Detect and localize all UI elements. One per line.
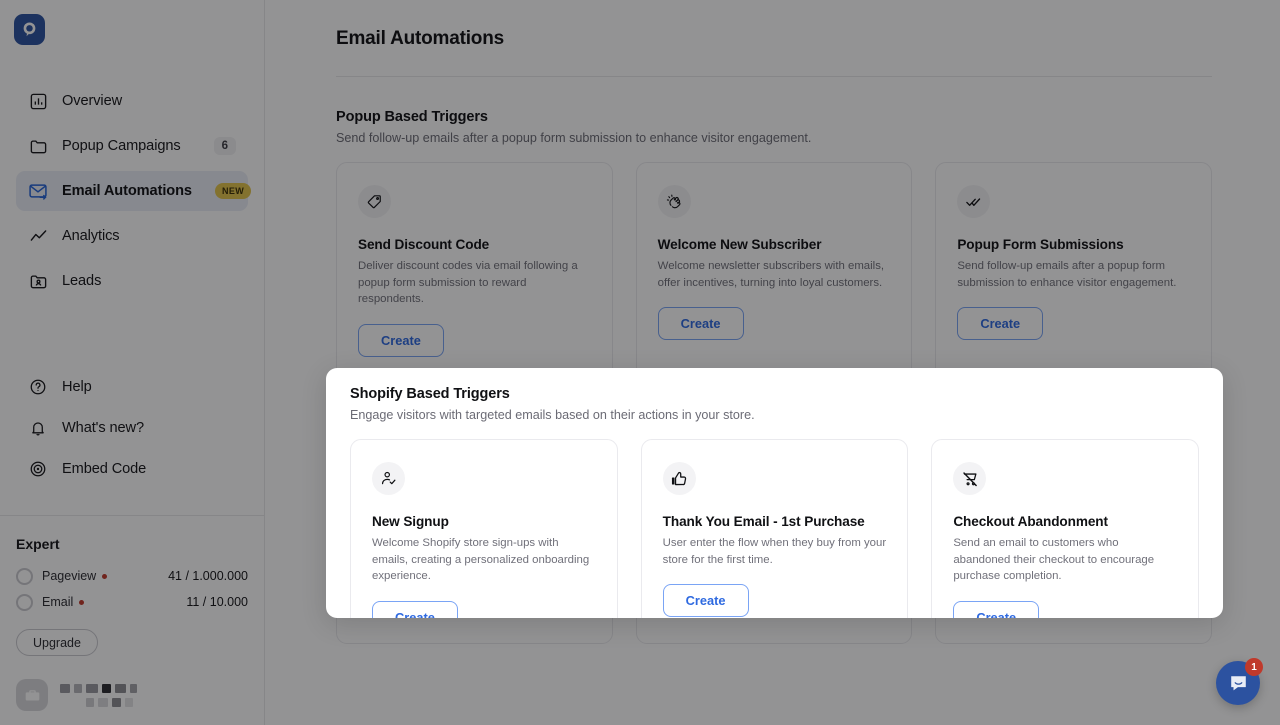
sidebar-item-label: Leads <box>62 273 102 289</box>
card-title: Popup Form Submissions <box>957 237 1124 252</box>
usage-value: 41 / 1.000.000 <box>168 569 248 583</box>
price-tag-icon <box>358 185 391 218</box>
new-badge: NEW <box>214 183 252 199</box>
sidebar-item-label: What's new? <box>62 420 144 436</box>
title-divider <box>336 76 1212 77</box>
sidebar-item-label: Embed Code <box>62 461 147 477</box>
card-title: Checkout Abandonment <box>953 514 1108 529</box>
create-button[interactable]: Create <box>953 600 1040 618</box>
automation-card-welcome-new-subscriber[interactable]: Welcome New Subscriber Welcome newslette… <box>635 162 913 379</box>
card-title: Thank You Email - 1st Purchase <box>662 514 865 529</box>
thumbs-up-icon <box>662 462 696 495</box>
folder-user-icon <box>28 271 48 291</box>
automation-card-thank-you-email-1st-purchase[interactable]: Thank You Email - 1st Purchase User ente… <box>640 439 909 618</box>
double-check-icon <box>957 185 991 218</box>
create-button[interactable]: Create <box>372 600 458 618</box>
sidebar-item-label: Overview <box>62 93 123 109</box>
create-button[interactable]: Create <box>358 323 444 357</box>
mail-forward-icon <box>28 181 48 201</box>
usage-label: Pageview <box>42 569 97 583</box>
automation-card-new-signup[interactable]: New Signup Welcome Shopify store sign-up… <box>350 439 618 618</box>
progress-ring-icon <box>16 593 33 611</box>
card-description: Send follow-up emails after a popup form… <box>957 260 1177 289</box>
automation-card-grid: Send Discount Code Deliver discount code… <box>336 162 1212 379</box>
sidebar-item-label: Analytics <box>62 228 120 244</box>
card-description: Deliver discount codes via email followi… <box>358 260 578 306</box>
account-name-redacted <box>60 683 137 707</box>
section-subtitle: Send follow-up emails after a popup form… <box>336 131 812 145</box>
sidebar-item-whats-new[interactable]: What's new? <box>16 409 248 447</box>
card-description: Welcome Shopify store sign-ups with emai… <box>372 537 590 583</box>
sidebar-item-email-automations[interactable]: Email Automations NEW <box>16 171 252 211</box>
sidebar-item-help[interactable]: Help <box>16 368 248 406</box>
plan-name: Expert <box>16 536 60 552</box>
cart-off-icon <box>953 462 987 495</box>
automation-card-send-discount-code[interactable]: Send Discount Code Deliver discount code… <box>336 162 613 379</box>
sidebar-item-label: Popup Campaigns <box>62 138 181 154</box>
create-button[interactable]: Create <box>957 307 1044 341</box>
section-shopify-based-triggers: Shopify Based Triggers Engage visitors w… <box>350 386 1199 618</box>
card-title: New Signup <box>372 514 449 529</box>
status-dot <box>102 573 108 579</box>
chat-widget-button[interactable]: 1 <box>1216 658 1263 705</box>
create-button[interactable]: Create <box>657 307 744 341</box>
chart-bar-icon <box>28 91 48 111</box>
usage-meter-pageview: Pageview 41 / 1.000.000 <box>16 563 248 589</box>
card-title: Welcome New Subscriber <box>657 237 822 252</box>
sidebar-item-label: Email Automations <box>62 183 192 199</box>
automation-card-popup-form-submissions[interactable]: Popup Form Submissions Send follow-up em… <box>935 162 1212 379</box>
chat-unread-badge: 1 <box>1245 658 1263 676</box>
briefcase-icon <box>16 679 48 711</box>
create-button[interactable]: Create <box>662 584 749 618</box>
usage-value: 11 / 10.000 <box>186 595 248 609</box>
spotlight-panel-shopify-based-triggers: Shopify Based Triggers Engage visitors w… <box>326 368 1223 618</box>
app-logo[interactable] <box>14 14 45 45</box>
section-title: Shopify Based Triggers <box>350 386 510 402</box>
broadcast-icon <box>28 459 48 479</box>
user-check-icon <box>372 462 405 495</box>
progress-ring-icon <box>16 567 33 585</box>
question-circle-icon <box>28 377 48 397</box>
status-dot <box>79 599 85 605</box>
sidebar-item-popup-campaigns[interactable]: Popup Campaigns 6 <box>16 126 248 166</box>
app-root: Overview Popup Campaigns 6 Email Automat… <box>0 0 1280 725</box>
folder-icon <box>28 136 48 156</box>
upgrade-button[interactable]: Upgrade <box>16 629 98 656</box>
automation-card-grid: New Signup Welcome Shopify store sign-up… <box>350 439 1199 618</box>
automation-card-checkout-abandonment[interactable]: Checkout Abandonment Send an email to cu… <box>931 439 1199 618</box>
bell-icon <box>28 418 48 438</box>
section-subtitle: Engage visitors with targeted emails bas… <box>350 408 755 422</box>
sidebar-item-analytics[interactable]: Analytics <box>16 216 248 256</box>
sidebar-item-overview[interactable]: Overview <box>16 81 248 121</box>
usage-meter-email: Email 11 / 10.000 <box>16 589 248 615</box>
card-description: User enter the flow when they buy from y… <box>662 537 887 566</box>
sidebar-item-embed-code[interactable]: Embed Code <box>16 450 248 488</box>
card-title: Send Discount Code <box>358 237 490 252</box>
clapping-hands-icon <box>657 185 691 218</box>
logo-container <box>0 0 264 45</box>
popup-campaigns-count: 6 <box>213 137 236 155</box>
card-description: Send an email to customers who abandoned… <box>953 537 1155 583</box>
chat-bubble-icon <box>1230 675 1246 690</box>
sidebar: Overview Popup Campaigns 6 Email Automat… <box>0 0 265 725</box>
card-description: Welcome newsletter subscribers with emai… <box>657 260 885 289</box>
usage-label: Email <box>42 595 74 609</box>
sidebar-item-leads[interactable]: Leads <box>16 261 248 301</box>
trend-line-icon <box>28 226 48 246</box>
section-title: Popup Based Triggers <box>336 109 488 125</box>
sidebar-item-label: Help <box>62 379 92 395</box>
plan-usage-panel: Expert Pageview 41 / 1.000.000 Email 11 … <box>0 516 264 656</box>
secondary-navigation: Help What's new? Embed Code <box>0 368 264 491</box>
primary-navigation: Overview Popup Campaigns 6 Email Automat… <box>0 81 264 306</box>
section-popup-based-triggers: Popup Based Triggers Send follow-up emai… <box>336 109 1212 379</box>
page-title: Email Automations <box>336 28 504 49</box>
account-row[interactable] <box>16 679 137 711</box>
